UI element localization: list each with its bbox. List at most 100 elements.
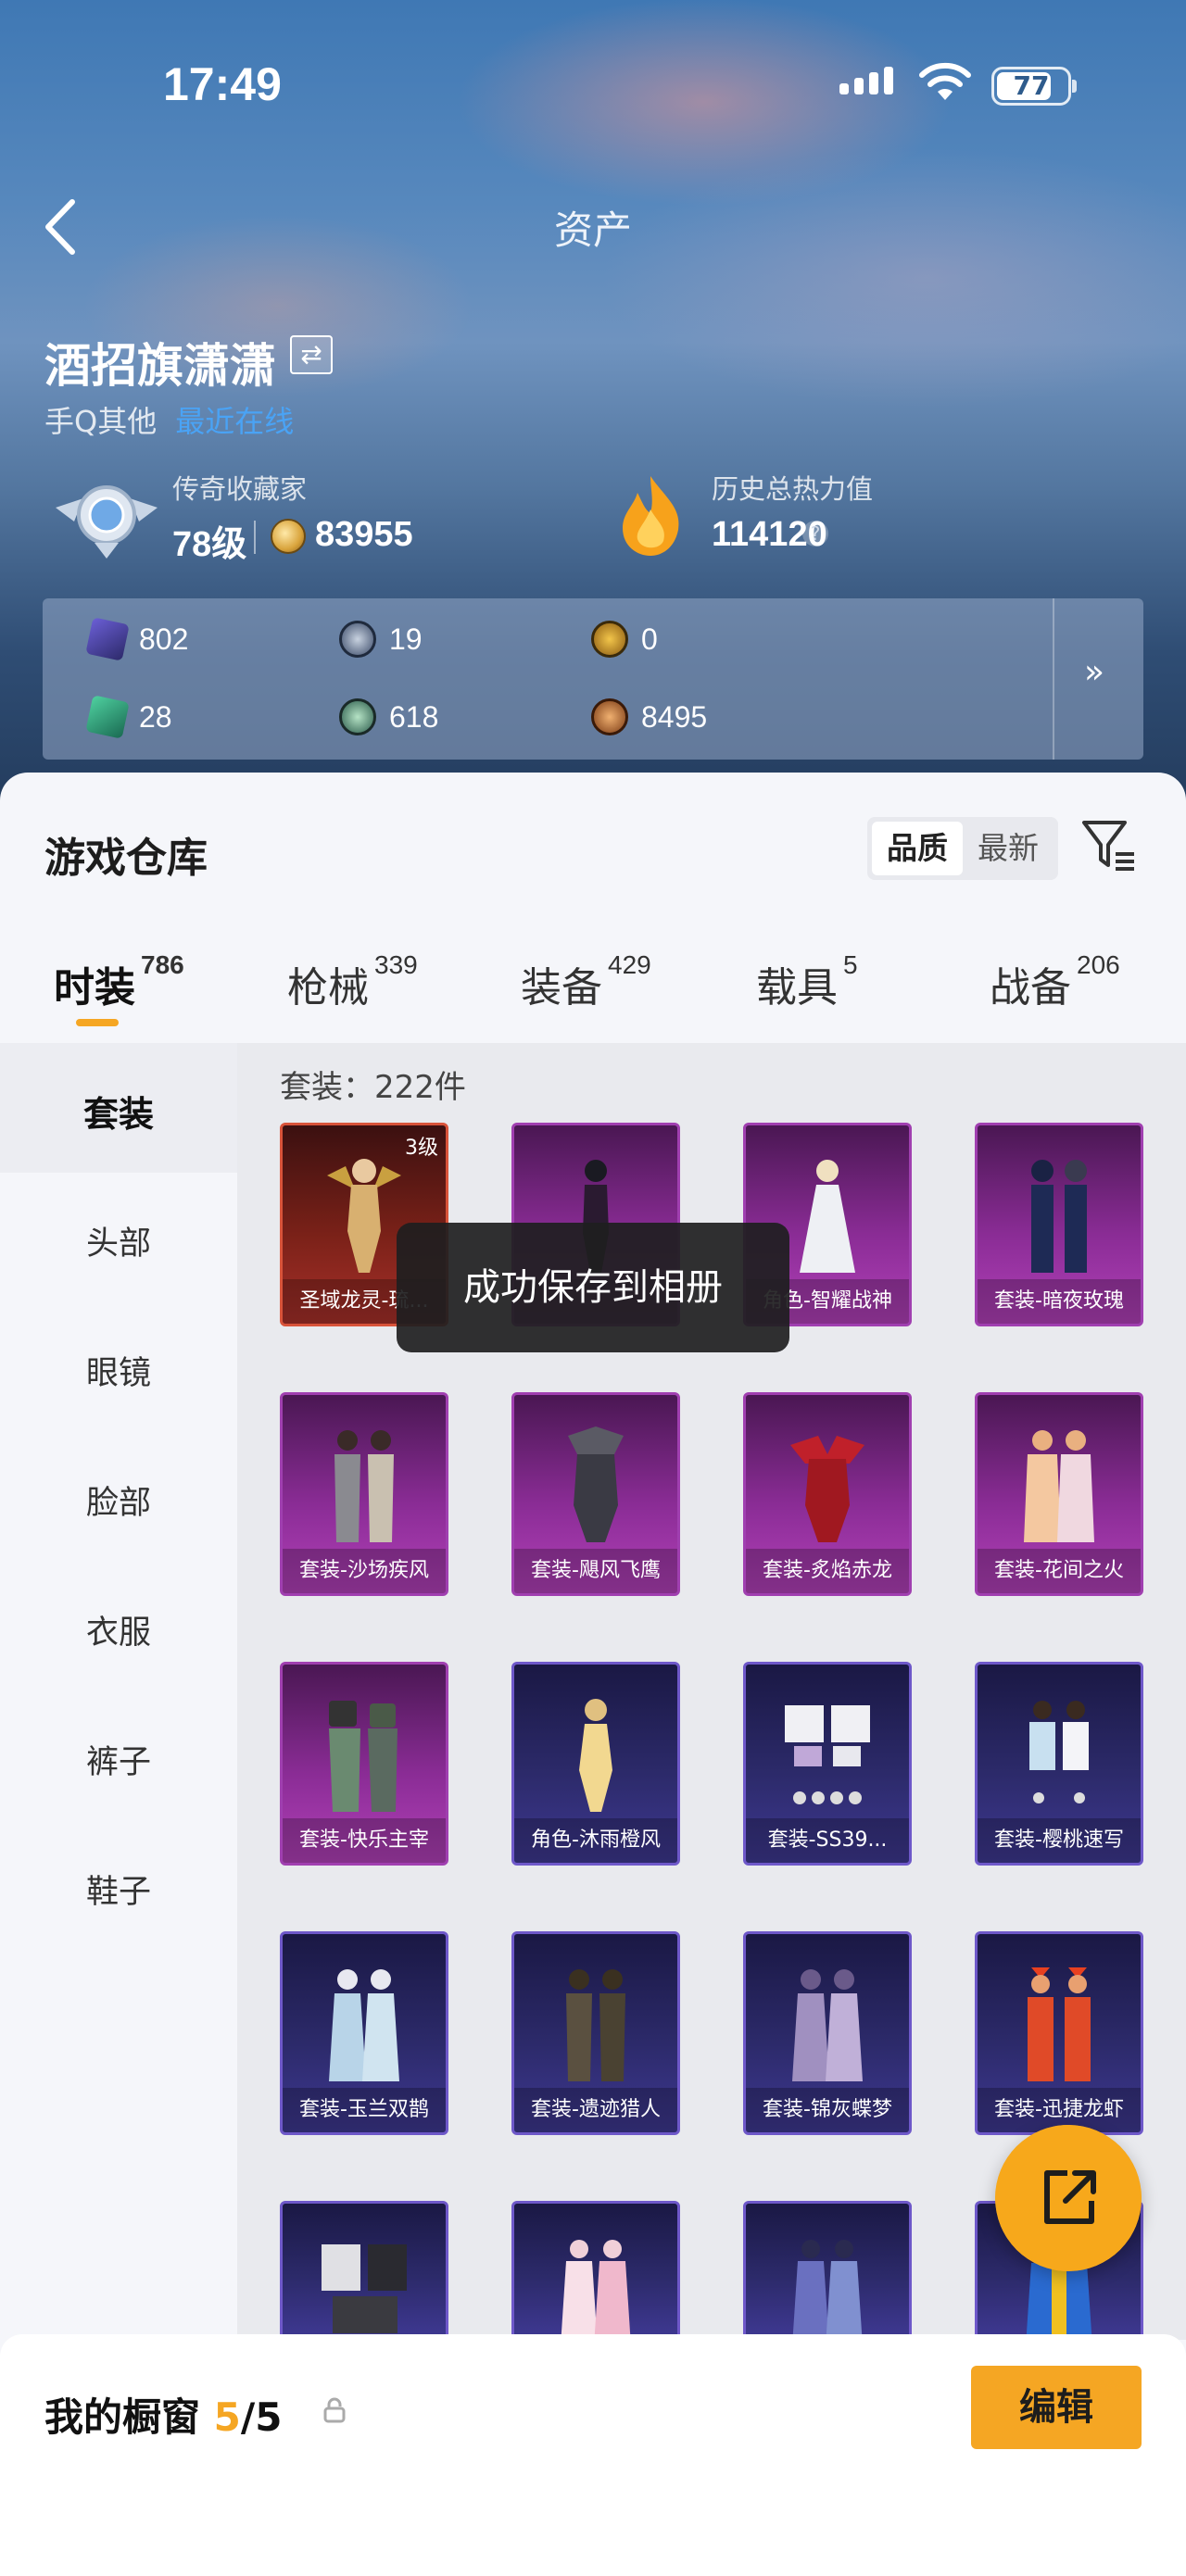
outfit-figure-icon (790, 1436, 864, 1542)
item-card[interactable]: 套装-炙焰赤龙 (743, 1392, 912, 1596)
resource-item: 28 (85, 695, 172, 739)
resource-value: 19 (389, 622, 423, 656)
item-name: 套装-暗夜玫瑰 (978, 1279, 1141, 1324)
tab-count: 339 (374, 950, 418, 979)
status-bar: 17:49 77 (0, 0, 1186, 176)
status-time: 17:49 (163, 58, 282, 110)
item-card[interactable] (280, 2201, 448, 2340)
edit-button[interactable]: 编辑 (971, 2366, 1142, 2449)
medal-icon (591, 621, 628, 658)
player-name: 酒招旗潇潇 (44, 339, 276, 393)
item-card[interactable]: 套装-玉兰双鹊 (280, 1931, 448, 2135)
sidebar-item-glasses[interactable]: 眼镜 (0, 1347, 237, 1394)
sort-quality-option[interactable]: 品质 (872, 822, 963, 875)
sidebar-item-shoes[interactable]: 鞋子 (0, 1866, 237, 1913)
rank-label: 传奇收藏家 (172, 473, 308, 505)
item-card[interactable]: 套装-遗迹猎人 (511, 1931, 680, 2135)
outfit-figure-icon (579, 1699, 612, 1812)
item-card[interactable]: 套装-快乐主宰 (280, 1662, 448, 1866)
sort-toggle[interactable]: 品质 最新 (867, 817, 1058, 880)
green-card-icon (85, 695, 130, 739)
filter-icon[interactable] (1079, 815, 1138, 874)
resource-value: 8495 (641, 699, 708, 734)
collection-points-icon (271, 519, 306, 554)
sidebar-item-face[interactable]: 脸部 (0, 1476, 237, 1524)
item-name: 角色-沐雨橙风 (514, 1818, 677, 1863)
share-icon[interactable] (995, 2125, 1142, 2271)
active-tab-indicator (76, 1019, 119, 1026)
tab-guns[interactable]: 枪械 339 (287, 950, 418, 1013)
stat-divider (254, 521, 256, 554)
showcase-label: 我的橱窗 (44, 2394, 201, 2440)
flame-icon (623, 476, 679, 556)
sidebar-item-clothes[interactable]: 衣服 (0, 1606, 237, 1653)
player-subtitle: 手Q其他 最近在线 (44, 398, 294, 441)
item-name: 套装-沙场疾风 (283, 1549, 446, 1593)
item-card[interactable]: 套装-暗夜玫瑰 (975, 1123, 1143, 1326)
player-level: 78级 (172, 525, 247, 564)
outfit-figure-icon (568, 1426, 624, 1542)
item-card[interactable]: 套装-迅捷龙虾 (975, 1931, 1143, 2135)
item-name: 套装-遗迹猎人 (514, 2088, 677, 2132)
sidebar-item-suit[interactable]: 套装 (0, 1086, 237, 1137)
showcase-total: /5 (240, 2394, 283, 2440)
item-count: 套装：222件 (280, 1069, 466, 1106)
outfit-figure-icon (1029, 1701, 1089, 1803)
outfit-figure-icon (566, 1969, 625, 2081)
heat-label: 历史总热力值 (712, 473, 874, 505)
item-card[interactable]: 套装-花间之火 (975, 1392, 1143, 1596)
showcase-count: 5 (213, 2394, 241, 2440)
save-success-toast: 成功保存到相册 (397, 1223, 789, 1352)
item-card[interactable]: 套装-樱桃速写 (975, 1662, 1143, 1866)
item-name: 套装-飓风飞鹰 (514, 1549, 677, 1593)
item-card[interactable]: 套装-沙场疾风 (280, 1392, 448, 1596)
online-status-link[interactable]: 最近在线 (175, 404, 294, 439)
switch-account-icon[interactable]: ⇄ (290, 335, 333, 374)
expand-resources-icon[interactable]: » (1084, 653, 1104, 691)
item-card[interactable]: 套装-SS39... (743, 1662, 912, 1866)
tab-label: 战备 (990, 964, 1071, 1012)
tab-vehicles[interactable]: 载具 5 (756, 950, 858, 1013)
card-icon (85, 617, 130, 661)
item-name: 套装-花间之火 (978, 1549, 1141, 1593)
outfit-figure-icon (1031, 1160, 1087, 1273)
tab-label: 时装 (54, 964, 135, 1012)
outfit-figure-icon (1028, 1967, 1091, 2081)
outfit-figure-icon (792, 1969, 863, 2081)
tab-count: 429 (608, 950, 651, 979)
item-card[interactable] (511, 2201, 680, 2340)
battery-level: 77 (1013, 70, 1050, 101)
tab-count: 786 (141, 950, 184, 979)
tab-label: 装备 (521, 964, 602, 1012)
battery-icon: 77 (991, 67, 1077, 106)
tab-label: 枪械 (287, 964, 369, 1012)
sidebar-item-pants[interactable]: 裤子 (0, 1736, 237, 1783)
item-card[interactable] (743, 2201, 912, 2340)
resource-value: 0 (641, 622, 658, 656)
item-card[interactable]: 套装-锦灰蝶梦 (743, 1931, 912, 2135)
resource-divider (1053, 598, 1054, 760)
lock-icon (323, 2397, 346, 2423)
outfit-figure-icon (322, 2244, 407, 2333)
resource-item: 19 (339, 621, 423, 658)
sidebar-item-head[interactable]: 头部 (0, 1217, 237, 1264)
outfit-figure-icon (329, 1701, 397, 1812)
tab-equipment[interactable]: 装备 429 (521, 950, 651, 1013)
tab-fashion[interactable]: 时装 786 (54, 950, 184, 1013)
resource-item: 802 (85, 617, 188, 661)
item-card[interactable]: 角色-沐雨橙风 (511, 1662, 680, 1866)
category-tabs: 时装 786 枪械 339 装备 429 载具 5 战备 206 (0, 936, 1186, 1043)
showcase-title: 我的橱窗 5/5 (44, 2386, 282, 2443)
sort-latest-option[interactable]: 最新 (963, 822, 1054, 875)
item-card[interactable]: 套装-飓风飞鹰 (511, 1392, 680, 1596)
tab-combat-gear[interactable]: 战备 206 (990, 950, 1120, 1013)
tab-count: 206 (1077, 950, 1120, 979)
help-icon[interactable]: ? (802, 521, 828, 547)
outfit-figure-icon (792, 2240, 863, 2337)
collector-badge-icon (56, 485, 158, 559)
outfit-figure-icon (785, 1705, 870, 1804)
signal-icon (839, 67, 893, 94)
resource-value: 28 (139, 699, 172, 734)
outfit-figure-icon (329, 1969, 399, 2081)
tab-label: 载具 (756, 964, 838, 1012)
